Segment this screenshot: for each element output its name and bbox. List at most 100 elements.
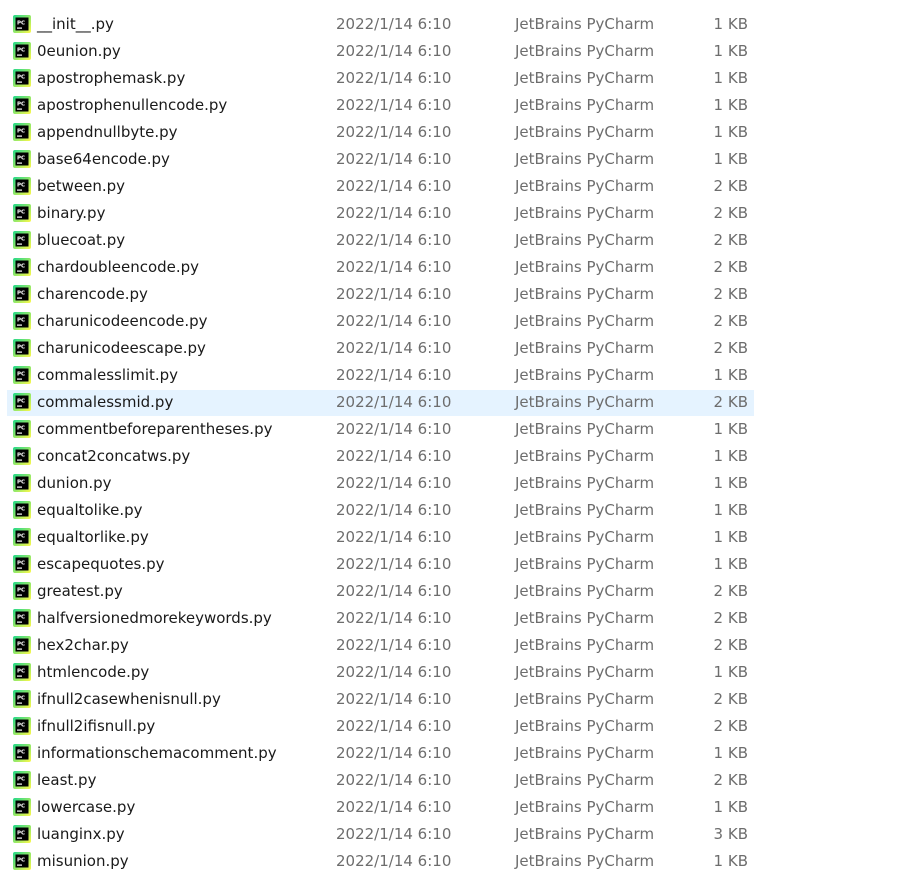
- file-modified-date: 2022/1/14 6:10: [336, 231, 452, 249]
- file-type: JetBrains PyCharm: [515, 717, 655, 735]
- file-name: lowercase.py: [37, 798, 136, 816]
- file-name: charunicodeescape.py: [37, 339, 206, 357]
- file-name: charencode.py: [37, 285, 148, 303]
- file-size: 2 KB: [713, 339, 748, 357]
- file-row-charunicodeencode-py[interactable]: PC charunicodeencode.py 2022/1/14 6:10 J…: [7, 309, 754, 335]
- file-name: equaltolike.py: [37, 501, 143, 519]
- svg-text:PC: PC: [17, 129, 25, 135]
- file-name: concat2concatws.py: [37, 447, 191, 465]
- file-size: 1 KB: [713, 366, 748, 384]
- file-size: 1 KB: [713, 798, 748, 816]
- file-row-0eunion-py[interactable]: PC 0eunion.py 2022/1/14 6:10 JetBrains P…: [7, 39, 754, 65]
- file-row-lowercase-py[interactable]: PC lowercase.py 2022/1/14 6:10 JetBrains…: [7, 795, 754, 821]
- file-row-greatest-py[interactable]: PC greatest.py 2022/1/14 6:10 JetBrains …: [7, 579, 754, 605]
- file-row-equaltolike-py[interactable]: PC equaltolike.py 2022/1/14 6:10 JetBrai…: [7, 498, 754, 524]
- file-modified-date: 2022/1/14 6:10: [336, 501, 452, 519]
- file-size: 2 KB: [713, 717, 748, 735]
- file-name: informationschemacomment.py: [37, 744, 277, 762]
- file-row-chardoubleencode-py[interactable]: PC chardoubleencode.py 2022/1/14 6:10 Je…: [7, 255, 754, 281]
- pycharm-file-icon: PC: [13, 366, 31, 384]
- pycharm-file-icon: PC: [13, 393, 31, 411]
- file-name: __init__.py: [37, 15, 114, 33]
- file-row-concat2concatws-py[interactable]: PC concat2concatws.py 2022/1/14 6:10 Jet…: [7, 444, 754, 470]
- file-row-informationschemacomment-py[interactable]: PC informationschemacomment.py 2022/1/14…: [7, 741, 754, 767]
- file-size: 2 KB: [713, 285, 748, 303]
- file-row-equaltorlike-py[interactable]: PC equaltorlike.py 2022/1/14 6:10 JetBra…: [7, 525, 754, 551]
- file-modified-date: 2022/1/14 6:10: [336, 96, 452, 114]
- file-size: 2 KB: [713, 690, 748, 708]
- file-row-charencode-py[interactable]: PC charencode.py 2022/1/14 6:10 JetBrain…: [7, 282, 754, 308]
- file-modified-date: 2022/1/14 6:10: [336, 609, 452, 627]
- file-name: commalesslimit.py: [37, 366, 179, 384]
- pycharm-file-icon: PC: [13, 285, 31, 303]
- file-name: commalessmid.py: [37, 393, 174, 411]
- file-row-apostrophemask-py[interactable]: PC apostrophemask.py 2022/1/14 6:10 JetB…: [7, 66, 754, 92]
- svg-text:PC: PC: [17, 318, 25, 324]
- svg-text:PC: PC: [17, 858, 25, 864]
- file-row-halfversionedmorekeywords-py[interactable]: PC halfversionedmorekeywords.py 2022/1/1…: [7, 606, 754, 632]
- file-type: JetBrains PyCharm: [515, 528, 655, 546]
- file-name: misunion.py: [37, 852, 129, 870]
- file-name: htmlencode.py: [37, 663, 150, 681]
- file-row-apostrophenullencode-py[interactable]: PC apostrophenullencode.py 2022/1/14 6:1…: [7, 93, 754, 119]
- pycharm-file-icon: PC: [13, 609, 31, 627]
- file-name: base64encode.py: [37, 150, 170, 168]
- file-size: 2 KB: [713, 771, 748, 789]
- file-row-hex2char-py[interactable]: PC hex2char.py 2022/1/14 6:10 JetBrains …: [7, 633, 754, 659]
- file-name: dunion.py: [37, 474, 112, 492]
- file-size: 2 KB: [713, 393, 748, 411]
- pycharm-file-icon: PC: [13, 447, 31, 465]
- file-row-misunion-py[interactable]: PC misunion.py 2022/1/14 6:10 JetBrains …: [7, 849, 754, 875]
- file-type: JetBrains PyCharm: [515, 690, 655, 708]
- file-type: JetBrains PyCharm: [515, 474, 655, 492]
- file-row-between-py[interactable]: PC between.py 2022/1/14 6:10 JetBrains P…: [7, 174, 754, 200]
- file-modified-date: 2022/1/14 6:10: [336, 663, 452, 681]
- file-row-least-py[interactable]: PC least.py 2022/1/14 6:10 JetBrains PyC…: [7, 768, 754, 794]
- file-type: JetBrains PyCharm: [515, 177, 655, 195]
- svg-text:PC: PC: [17, 750, 25, 756]
- pycharm-file-icon: PC: [13, 717, 31, 735]
- file-modified-date: 2022/1/14 6:10: [336, 555, 452, 573]
- file-name: equaltorlike.py: [37, 528, 149, 546]
- pycharm-file-icon: PC: [13, 852, 31, 870]
- file-row-ifnull2casewhenisnull-py[interactable]: PC ifnull2casewhenisnull.py 2022/1/14 6:…: [7, 687, 754, 713]
- file-modified-date: 2022/1/14 6:10: [336, 204, 452, 222]
- svg-text:PC: PC: [17, 588, 25, 594]
- file-row-base64encode-py[interactable]: PC base64encode.py 2022/1/14 6:10 JetBra…: [7, 147, 754, 173]
- file-modified-date: 2022/1/14 6:10: [336, 312, 452, 330]
- pycharm-file-icon: PC: [13, 744, 31, 762]
- file-row-charunicodeescape-py[interactable]: PC charunicodeescape.py 2022/1/14 6:10 J…: [7, 336, 754, 362]
- file-type: JetBrains PyCharm: [515, 150, 655, 168]
- file-row-commalesslimit-py[interactable]: PC commalesslimit.py 2022/1/14 6:10 JetB…: [7, 363, 754, 389]
- file-row-binary-py[interactable]: PC binary.py 2022/1/14 6:10 JetBrains Py…: [7, 201, 754, 227]
- file-type: JetBrains PyCharm: [515, 798, 655, 816]
- pycharm-file-icon: PC: [13, 312, 31, 330]
- file-type: JetBrains PyCharm: [515, 609, 655, 627]
- file-row-ifnull2ifisnull-py[interactable]: PC ifnull2ifisnull.py 2022/1/14 6:10 Jet…: [7, 714, 754, 740]
- file-row-appendnullbyte-py[interactable]: PC appendnullbyte.py 2022/1/14 6:10 JetB…: [7, 120, 754, 146]
- file-row-commalessmid-py[interactable]: PC commalessmid.py 2022/1/14 6:10 JetBra…: [7, 390, 754, 416]
- file-row--init-py[interactable]: PC __init__.py 2022/1/14 6:10 JetBrains …: [7, 12, 754, 38]
- file-row-commentbeforeparentheses-py[interactable]: PC commentbeforeparentheses.py 2022/1/14…: [7, 417, 754, 443]
- file-name: between.py: [37, 177, 126, 195]
- file-type: JetBrains PyCharm: [515, 69, 655, 87]
- file-size: 1 KB: [713, 744, 748, 762]
- file-modified-date: 2022/1/14 6:10: [336, 42, 452, 60]
- file-type: JetBrains PyCharm: [515, 582, 655, 600]
- svg-text:PC: PC: [17, 210, 25, 216]
- file-name: greatest.py: [37, 582, 123, 600]
- svg-text:PC: PC: [17, 102, 25, 108]
- pycharm-file-icon: PC: [13, 501, 31, 519]
- file-row-luanginx-py[interactable]: PC luanginx.py 2022/1/14 6:10 JetBrains …: [7, 822, 754, 848]
- svg-text:PC: PC: [17, 831, 25, 837]
- file-modified-date: 2022/1/14 6:10: [336, 339, 452, 357]
- file-row-dunion-py[interactable]: PC dunion.py 2022/1/14 6:10 JetBrains Py…: [7, 471, 754, 497]
- pycharm-file-icon: PC: [13, 42, 31, 60]
- svg-text:PC: PC: [17, 264, 25, 270]
- file-type: JetBrains PyCharm: [515, 771, 655, 789]
- file-row-bluecoat-py[interactable]: PC bluecoat.py 2022/1/14 6:10 JetBrains …: [7, 228, 754, 254]
- pycharm-file-icon: PC: [13, 339, 31, 357]
- file-row-htmlencode-py[interactable]: PC htmlencode.py 2022/1/14 6:10 JetBrain…: [7, 660, 754, 686]
- file-row-escapequotes-py[interactable]: PC escapequotes.py 2022/1/14 6:10 JetBra…: [7, 552, 754, 578]
- file-modified-date: 2022/1/14 6:10: [336, 825, 452, 843]
